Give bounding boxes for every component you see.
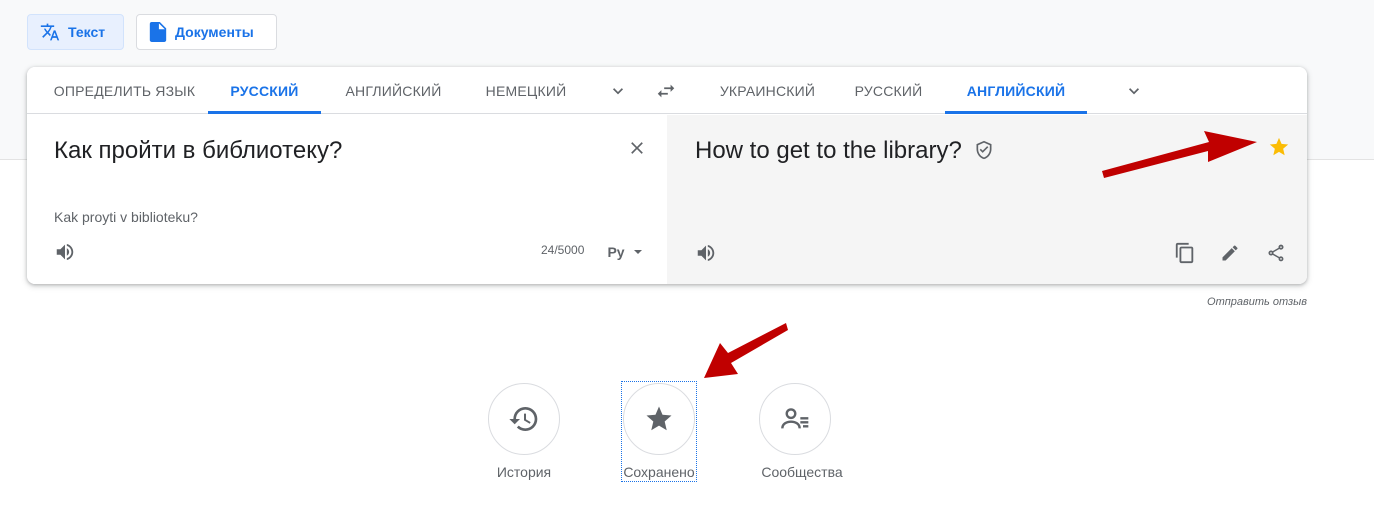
save-translation-star-button[interactable] [1263, 131, 1295, 163]
translated-text: How to get to the library? [695, 137, 994, 165]
input-method-label: Ру [607, 244, 625, 260]
saved-button[interactable] [623, 383, 695, 455]
tab-source-english[interactable]: АНГЛИЙСКИЙ [331, 67, 456, 114]
text-mode-label: Текст [68, 24, 106, 40]
document-icon [149, 22, 167, 42]
history-button[interactable] [488, 383, 560, 455]
community-button[interactable] [759, 383, 831, 455]
star-icon [1269, 137, 1289, 156]
people-icon [781, 408, 809, 429]
target-pane: How to get to the library? [667, 115, 1307, 284]
tab-label: НЕМЕЦКИЙ [485, 82, 567, 99]
character-counter: 24/5000 [541, 243, 585, 257]
source-text-input[interactable]: Как пройти в библиотеку? [54, 137, 342, 165]
speaker-icon [56, 243, 74, 261]
edit-translation-button[interactable] [1214, 237, 1246, 269]
transliteration: Kak proyti v biblioteku? [54, 209, 198, 225]
chevron-down-icon [613, 88, 623, 95]
speaker-icon [697, 244, 715, 262]
copy-translation-button[interactable] [1169, 237, 1201, 269]
history-label: История [496, 464, 552, 480]
tab-target-russian[interactable]: РУССКИЙ [844, 67, 933, 114]
tab-source-german[interactable]: НЕМЕЦКИЙ [472, 67, 580, 114]
tab-source-russian[interactable]: РУССКИЙ [208, 67, 321, 114]
text-mode-button[interactable]: Текст [27, 14, 124, 50]
verified-shield-icon [976, 140, 992, 160]
listen-source-button[interactable] [49, 236, 81, 268]
documents-mode-button[interactable]: Документы [136, 14, 277, 50]
tab-label: АНГЛИЙСКИЙ [966, 82, 1066, 99]
saved-label: Сохранено [623, 464, 695, 480]
tab-label: УКРАИНСКИЙ [719, 82, 816, 99]
history-icon [509, 407, 538, 431]
tab-target-english[interactable]: АНГЛИЙСКИЙ [945, 67, 1087, 114]
tab-label: АНГЛИЙСКИЙ [345, 82, 442, 99]
documents-mode-label: Документы [175, 24, 254, 40]
source-pane: Как пройти в библиотеку? Kak proyti v bi… [27, 115, 667, 284]
share-translation-button[interactable] [1260, 237, 1292, 269]
translated-text-value: How to get to the library? [695, 137, 962, 164]
star-icon [646, 406, 672, 431]
tab-label: РУССКИЙ [854, 82, 923, 99]
input-tools-button[interactable]: Ру [601, 239, 649, 265]
annotation-arrow-to-saved [704, 323, 788, 378]
translate-icon [40, 23, 60, 41]
caret-down-icon [633, 250, 642, 254]
listen-translation-button[interactable] [690, 237, 722, 269]
close-icon [631, 142, 643, 154]
translation-card: ОПРЕДЕЛИТЬ ЯЗЫК РУССКИЙ АНГЛИЙСКИЙ НЕМЕЦ… [27, 67, 1307, 284]
chevron-down-icon [1129, 88, 1139, 95]
share-icon [1268, 244, 1284, 262]
language-bar: ОПРЕДЕЛИТЬ ЯЗЫК РУССКИЙ АНГЛИЙСКИЙ НЕМЕЦ… [27, 67, 1307, 114]
swap-icon [657, 84, 675, 98]
send-feedback-link[interactable]: Отправить отзыв [1180, 296, 1307, 308]
copy-icon [1175, 242, 1194, 264]
tab-detect-language[interactable]: ОПРЕДЕЛИТЬ ЯЗЫК [38, 67, 211, 114]
pencil-icon [1222, 245, 1238, 261]
target-more-languages-button[interactable] [1118, 75, 1150, 107]
tab-label: ОПРЕДЕЛИТЬ ЯЗЫК [53, 82, 196, 99]
swap-languages-button[interactable] [650, 75, 682, 107]
tab-label: РУССКИЙ [230, 82, 299, 99]
tab-target-ukrainian[interactable]: УКРАИНСКИЙ [702, 67, 833, 114]
community-label: Сообщества [761, 464, 843, 480]
source-more-languages-button[interactable] [602, 75, 634, 107]
clear-source-button[interactable] [621, 132, 653, 164]
